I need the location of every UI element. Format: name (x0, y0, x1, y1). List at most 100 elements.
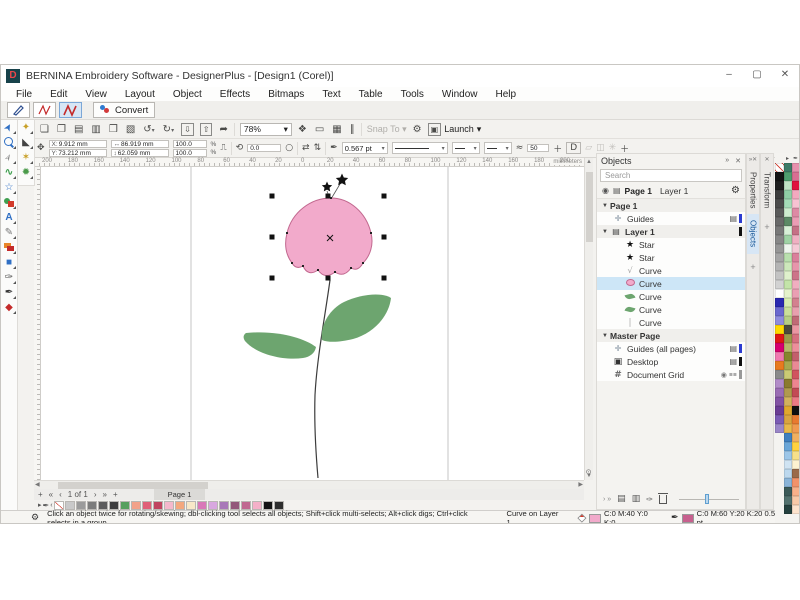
stars-tool[interactable]: ✶ (19, 150, 34, 165)
color-swatch[interactable] (775, 397, 784, 406)
menu-bitmaps[interactable]: Bitmaps (259, 89, 313, 100)
color-swatch[interactable] (784, 325, 793, 334)
color-swatch[interactable] (784, 271, 793, 280)
lock-icon[interactable]: ▪▪ (729, 371, 737, 378)
menu-view[interactable]: View (76, 89, 116, 100)
color-swatch[interactable] (784, 352, 793, 361)
menu-layout[interactable]: Layout (116, 89, 164, 100)
color-swatch[interactable] (775, 262, 784, 271)
object-x-field[interactable]: X:9.912 mm (49, 140, 107, 148)
color-swatch[interactable] (784, 406, 793, 415)
docker-settings-gear-icon[interactable]: ⚙ (731, 185, 740, 196)
docker-close-icon[interactable]: ✕ (735, 157, 741, 165)
star-box-tool[interactable]: ✦ (19, 120, 34, 135)
color-swatch[interactable] (792, 433, 800, 442)
drawing-area[interactable] (41, 167, 584, 480)
canvas[interactable] (41, 167, 584, 480)
color-swatch[interactable] (792, 343, 800, 352)
objects-tree-row-star[interactable]: ★Star (597, 251, 745, 264)
color-swatch[interactable] (775, 316, 784, 325)
color-swatch[interactable] (784, 388, 793, 397)
color-swatch[interactable] (775, 361, 784, 370)
color-swatch[interactable] (792, 460, 800, 469)
color-swatch[interactable] (792, 325, 800, 334)
color-swatch[interactable] (784, 163, 793, 172)
color-swatch[interactable] (792, 361, 800, 370)
color-swatch[interactable] (792, 352, 800, 361)
text-tool[interactable]: A (2, 210, 17, 225)
color-swatch[interactable] (784, 208, 793, 217)
color-swatch[interactable] (792, 199, 800, 208)
intersect-button[interactable]: ✳ (609, 143, 617, 153)
delete-button[interactable] (659, 495, 667, 504)
color-swatch[interactable] (775, 406, 784, 415)
objects-tree-row-curve[interactable]: √Curve (597, 264, 745, 277)
star-save-tool[interactable]: ✹ (19, 165, 34, 180)
color-swatch[interactable] (775, 289, 784, 298)
leaf-left[interactable] (244, 332, 316, 358)
polygon-tool[interactable]: ☆ (2, 180, 17, 195)
objects-search-input[interactable]: Search (600, 169, 742, 182)
new-document-button[interactable]: ❏ (39, 124, 50, 135)
objects-tree-row-star[interactable]: ★Star (597, 238, 745, 251)
color-swatch[interactable] (792, 487, 800, 496)
visibility-icon[interactable]: ◉ (602, 186, 609, 195)
color-swatch[interactable] (775, 208, 784, 217)
pick-tool[interactable]: ➤ (2, 120, 17, 135)
printable-icon[interactable]: ▤ (729, 357, 737, 366)
color-swatch[interactable] (775, 334, 784, 343)
color-swatch[interactable] (784, 487, 793, 496)
color-swatch[interactable] (784, 397, 793, 406)
tab-properties[interactable]: Properties (747, 166, 759, 214)
color-swatch[interactable] (775, 388, 784, 397)
color-swatch[interactable] (775, 298, 784, 307)
color-swatch[interactable] (784, 289, 793, 298)
maximize-button[interactable]: ▢ (751, 69, 763, 80)
color-swatch[interactable] (784, 370, 793, 379)
color-swatch[interactable] (792, 253, 800, 262)
first-page-button[interactable]: « (49, 490, 53, 499)
color-swatch[interactable] (775, 307, 784, 316)
color-swatch[interactable] (775, 190, 784, 199)
shape-tool[interactable]: ➢ (2, 150, 17, 165)
tab-objects[interactable]: Objects (747, 214, 759, 253)
options-gear-button[interactable]: ⚙ (412, 124, 423, 135)
color-swatch[interactable] (775, 253, 784, 262)
color-swatch[interactable] (775, 217, 784, 226)
add-page-button-2[interactable]: + (113, 490, 118, 499)
color-swatch[interactable] (792, 280, 800, 289)
objects-tree-row-curve[interactable]: ∣Curve (597, 316, 745, 329)
color-swatch[interactable] (792, 451, 800, 460)
color-swatch[interactable] (792, 244, 800, 253)
object-width-field[interactable]: ↔86.919 mm (111, 140, 169, 148)
color-swatch[interactable] (784, 415, 793, 424)
add-page-button[interactable]: + (38, 490, 43, 499)
rectangle-tool[interactable] (2, 240, 17, 255)
snap-to-dropdown[interactable]: Snap To ▾ (367, 124, 407, 135)
color-swatch[interactable] (784, 217, 793, 226)
objects-tree-row-guides-all-pages-[interactable]: ✛Guides (all pages)▤ (597, 342, 745, 355)
color-swatch[interactable] (784, 298, 793, 307)
smoothing-field[interactable]: 50 (527, 144, 549, 152)
rotation-angle-field[interactable]: 0.0 (247, 144, 281, 152)
expander-icon[interactable]: ▼ (600, 333, 610, 339)
undo-button[interactable]: ↺▾ (142, 124, 155, 135)
color-swatch[interactable] (775, 244, 784, 253)
lock-ratio-button[interactable]: ⎍ (220, 143, 226, 153)
menu-help[interactable]: Help (487, 89, 526, 100)
color-swatch[interactable] (775, 235, 784, 244)
leaf-right[interactable] (322, 295, 391, 342)
color-swatch[interactable] (792, 190, 800, 199)
menu-table[interactable]: Table (350, 89, 392, 100)
paste-button[interactable]: ▧ (125, 124, 136, 135)
color-swatch[interactable] (792, 262, 800, 271)
color-swatch[interactable] (792, 316, 800, 325)
color-swatch[interactable] (784, 343, 793, 352)
color-swatch[interactable] (792, 163, 800, 172)
close-curve-button[interactable]: D (566, 142, 581, 154)
start-arrowhead-select[interactable]: ▾ (452, 142, 480, 154)
line-style-select[interactable]: ▾ (392, 142, 448, 154)
color-swatch[interactable] (775, 370, 784, 379)
menu-object[interactable]: Object (164, 89, 211, 100)
new-layer-button[interactable]: ▤ (617, 494, 626, 504)
